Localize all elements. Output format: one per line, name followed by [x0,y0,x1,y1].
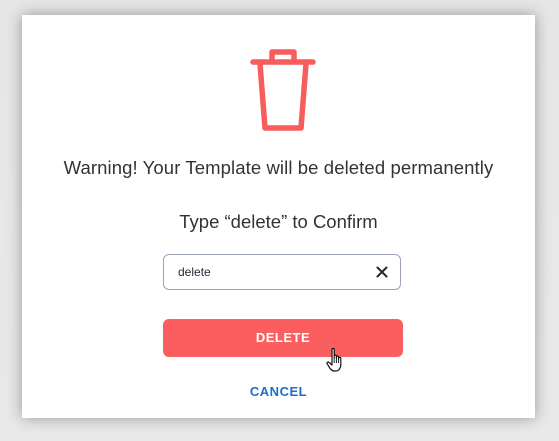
warning-message: Warning! Your Template will be deleted p… [63,157,494,178]
hand-pointer-icon [326,347,342,372]
trash-icon [250,49,316,131]
confirm-prompt: Type “delete” to Confirm [179,211,378,232]
delete-button[interactable]: DELETE [163,319,403,357]
confirm-input[interactable] [178,255,358,289]
close-icon[interactable] [374,264,390,280]
delete-template-dialog: Warning! Your Template will be deleted p… [22,15,535,418]
confirm-input-container [163,254,401,290]
cancel-button[interactable]: CANCEL [22,384,535,399]
